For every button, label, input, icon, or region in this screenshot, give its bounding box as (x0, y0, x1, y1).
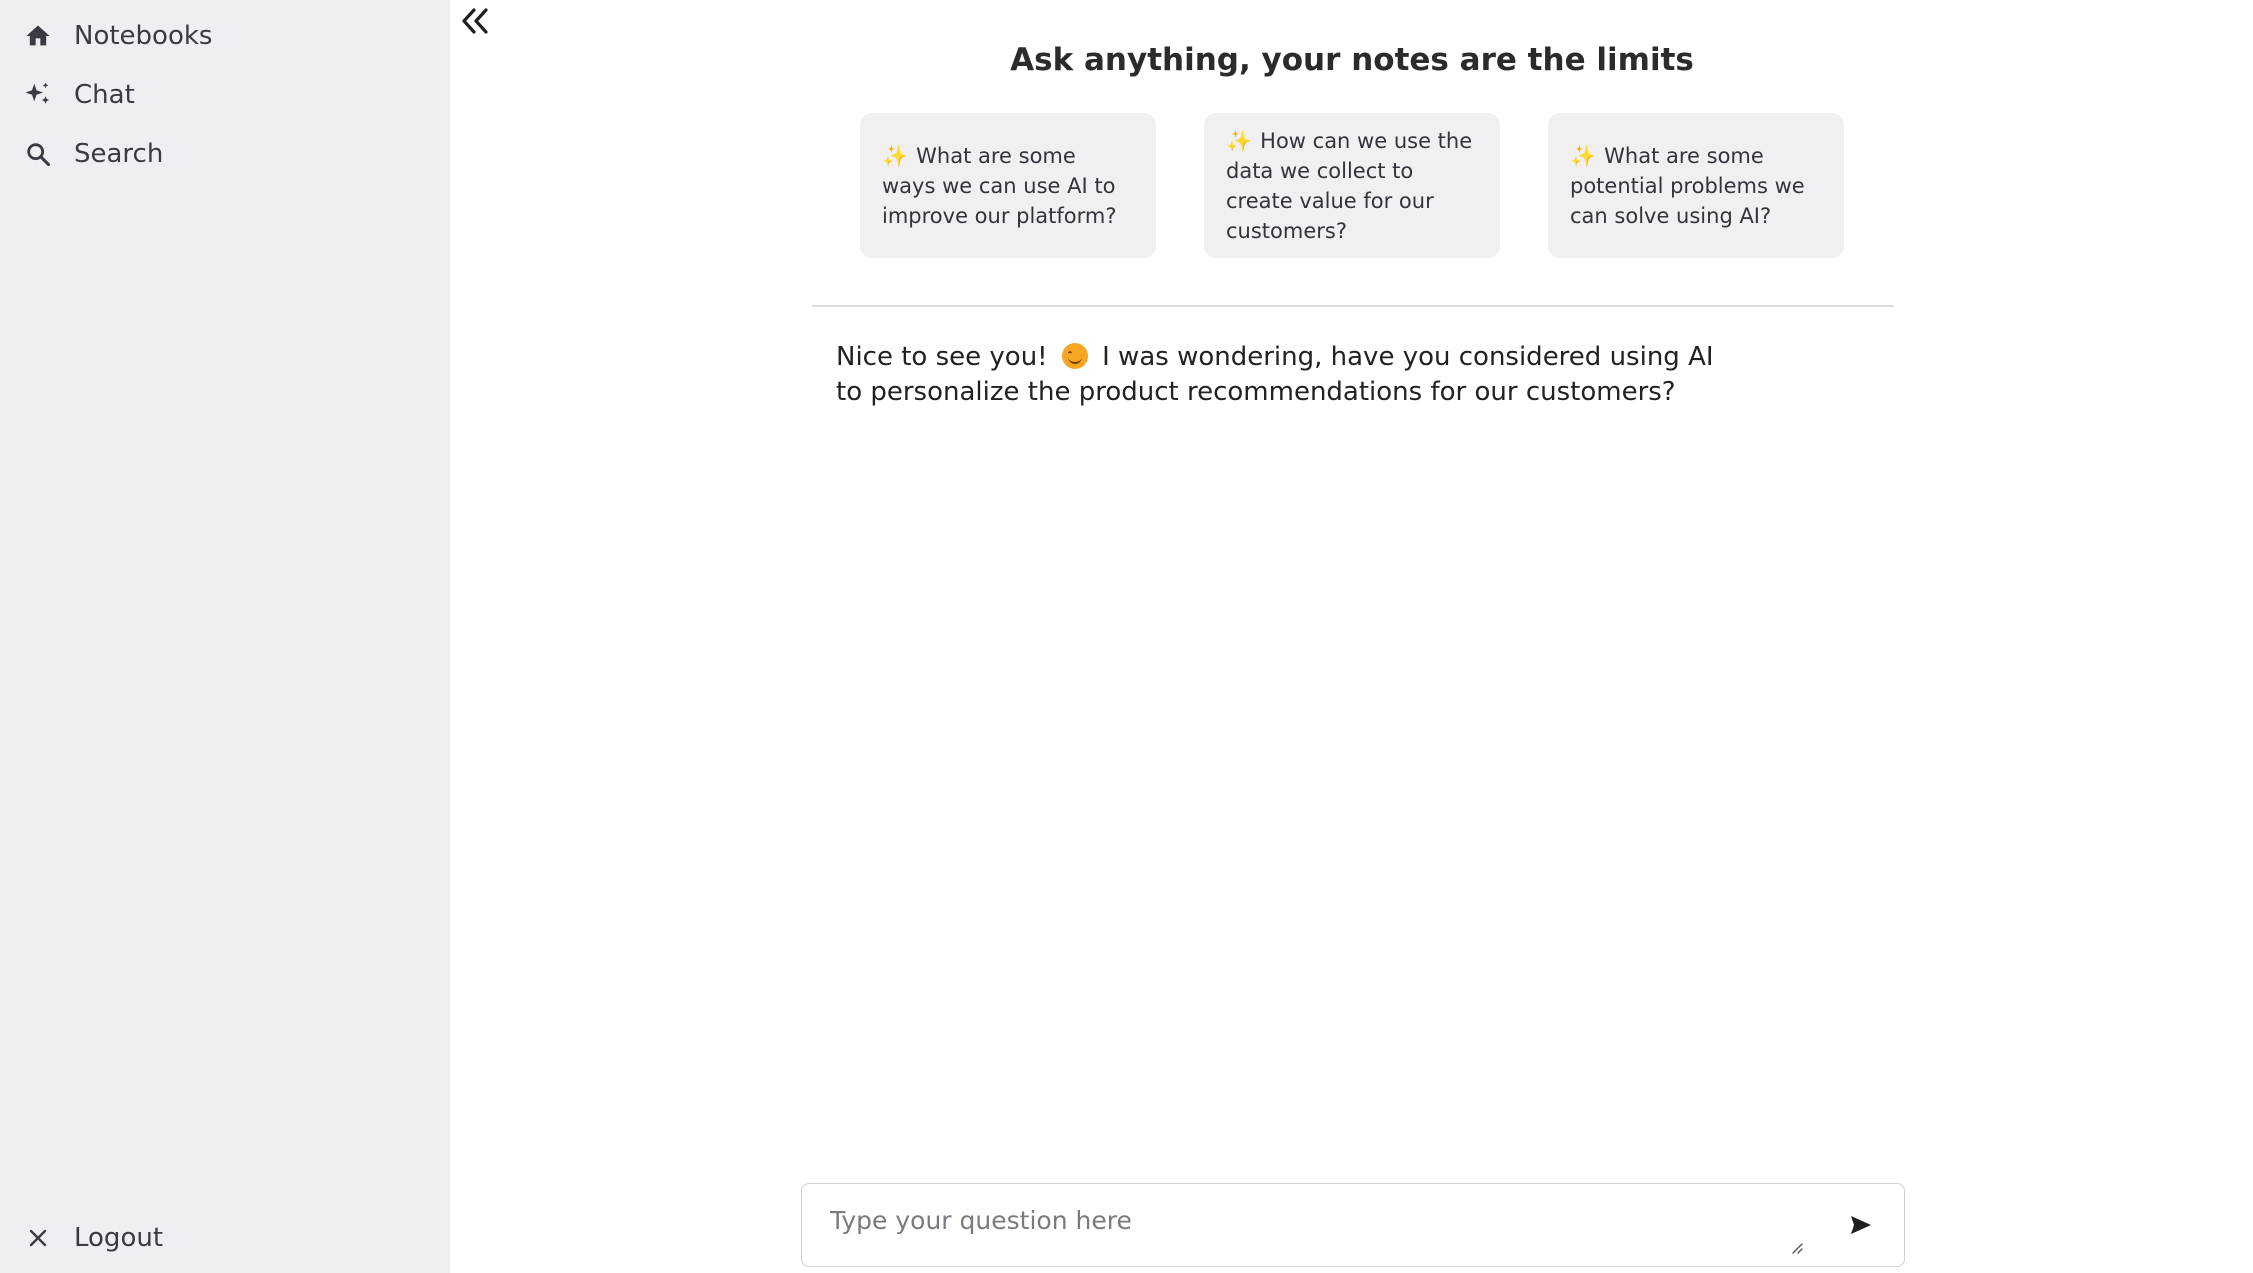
sidebar-item-search[interactable]: Search (22, 132, 163, 176)
sidebar-item-label: Search (74, 139, 164, 169)
double-chevron-left-icon (462, 8, 488, 34)
sidebar-item-label: Notebooks (74, 21, 213, 51)
divider (812, 305, 1894, 307)
sidebar-item-chat[interactable]: Chat (22, 73, 135, 117)
close-icon (22, 1222, 54, 1254)
resize-handle-icon[interactable] (1790, 1241, 1804, 1255)
smiling-face-emoji-icon (1061, 343, 1088, 369)
message-text-start: Nice to see you! (836, 342, 1056, 372)
question-input-box (801, 1183, 1905, 1267)
page-title: Ask anything, your notes are the limits (1010, 42, 1694, 78)
sparkles-icon: ✨ (882, 143, 909, 168)
suggestion-card[interactable]: ✨ What are some potential problems we can… (1548, 113, 1844, 258)
sidebar: Notebooks Chat Search Logout (0, 0, 450, 1273)
send-icon (1851, 1216, 1871, 1234)
home-icon (22, 20, 54, 52)
question-input[interactable] (830, 1206, 1790, 1250)
app-root: Notebooks Chat Search Logout Ask anythin… (0, 0, 2253, 1273)
chat-message: Nice to see you! I was wondering, have y… (836, 340, 1716, 410)
logout-label: Logout (74, 1223, 164, 1253)
sparkles-icon: ✨ (1570, 143, 1597, 168)
search-icon (22, 138, 54, 170)
suggestion-text: ✨ What are some potential problems we can… (1570, 143, 1805, 228)
sparkles-icon (22, 79, 54, 111)
suggestion-text: ✨ What are some ways we can use AI to imp… (882, 143, 1117, 228)
sparkles-icon: ✨ (1226, 128, 1253, 153)
suggestion-card[interactable]: ✨ How can we use the data we collect to c… (1204, 113, 1500, 258)
suggestion-text: ✨ How can we use the data we collect to c… (1226, 128, 1473, 243)
logout-button[interactable]: Logout (22, 1216, 163, 1260)
sidebar-item-notebooks[interactable]: Notebooks (22, 14, 212, 58)
send-button[interactable] (1848, 1212, 1874, 1238)
sidebar-item-label: Chat (74, 80, 135, 110)
suggestion-card[interactable]: ✨ What are some ways we can use AI to imp… (860, 113, 1156, 258)
collapse-sidebar-button[interactable] (458, 4, 492, 38)
